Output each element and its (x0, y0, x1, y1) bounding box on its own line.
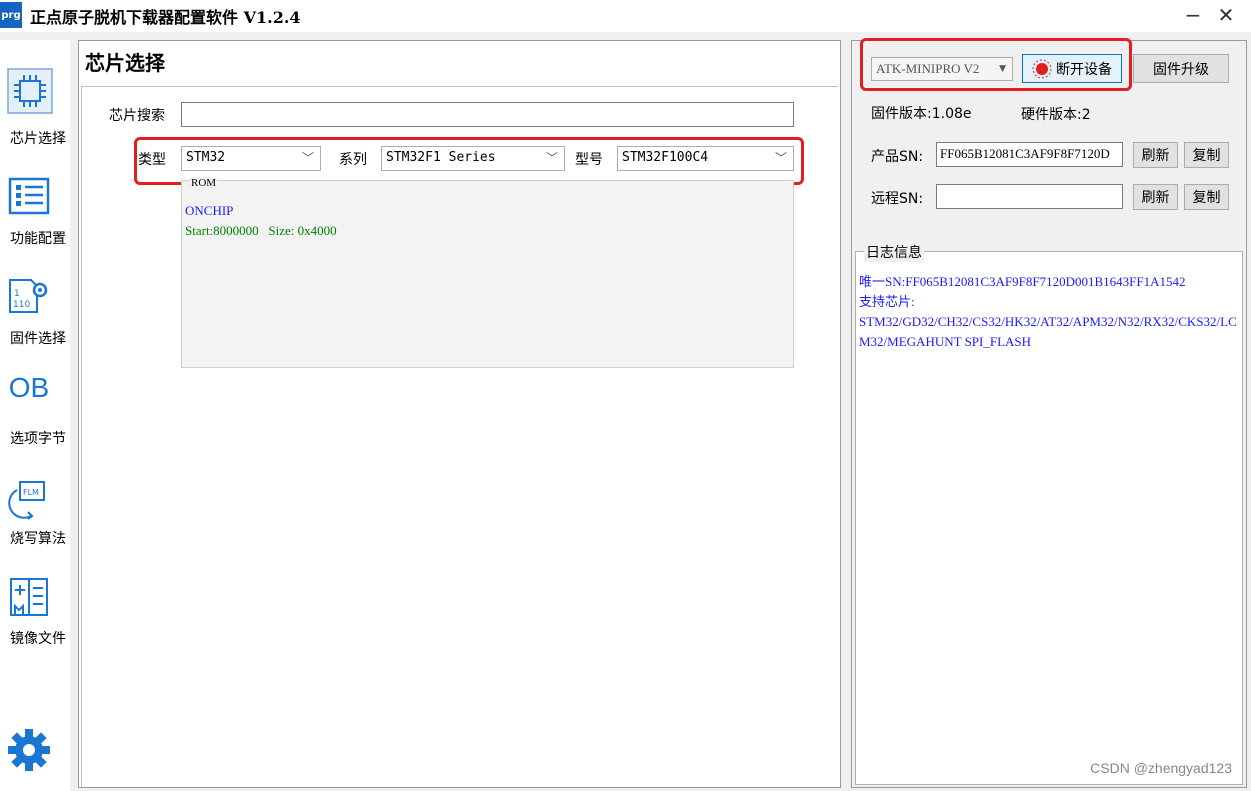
sidebar-item-label: 选项字节 (10, 431, 66, 447)
remote-sn-input[interactable] (936, 184, 1123, 209)
sidebar-item-label: 固件选择 (10, 331, 66, 347)
sidebar-item-label: 镜像文件 (10, 631, 66, 647)
hardware-version: 硬件版本:2 (1021, 107, 1091, 123)
image-file-icon (10, 578, 48, 616)
rom-legend: ROM (190, 177, 218, 189)
log-legend: 日志信息 (864, 242, 924, 262)
sidebar-item-option-bytes[interactable]: OB 选项字节 (0, 372, 70, 462)
chip-icon (7, 68, 53, 114)
firmware-upgrade-button[interactable]: 固件升级 (1133, 54, 1229, 83)
log-line: 唯一SN:FF065B12081C3AF9F8F7120D001B1643FF1… (859, 274, 1186, 289)
firmware-version: 固件版本:1.08e (871, 106, 972, 122)
sidebar: 芯片选择 功能配置 1 110 固件选择 OB 选项字节 FLM 烧写算法 镜像… (0, 40, 70, 791)
firmware-icon: 1 110 (9, 279, 48, 313)
log-text: 唯一SN:FF065B12081C3AF9F8F7120D001B1643FF1… (859, 272, 1239, 352)
product-sn-label: 产品SN: (871, 149, 924, 165)
rom-detail: Start:8000000 Size: 0x4000 (185, 223, 337, 238)
sidebar-item-label: 芯片选择 (10, 131, 66, 147)
svg-text:FLM: FLM (23, 488, 39, 497)
svg-text:110: 110 (13, 300, 30, 310)
chip-search-label: 芯片搜索 (109, 108, 165, 124)
copy-remote-sn-button[interactable]: 复制 (1184, 184, 1229, 210)
copy-product-sn-button[interactable]: 复制 (1184, 142, 1229, 168)
sidebar-item-chip-select[interactable]: 芯片选择 (0, 64, 70, 154)
product-sn-input[interactable]: FF065B12081C3AF9F8F7120D (936, 142, 1123, 167)
highlight-box (860, 38, 1132, 91)
app-icon: prg (0, 2, 22, 28)
rom-group: ROM ONCHIP Start:8000000 Size: 0x4000 (181, 177, 794, 368)
watermark: CSDN @zhengyad123 (1090, 760, 1232, 776)
log-line: 支持芯片: (859, 294, 915, 309)
refresh-product-sn-button[interactable]: 刷新 (1133, 142, 1178, 168)
svg-text:1: 1 (14, 289, 20, 299)
window-title: 正点原子脱机下载器配置软件 V1.2.4 (30, 8, 301, 27)
minimize-button[interactable]: − (1178, 2, 1208, 28)
refresh-remote-sn-button[interactable]: 刷新 (1133, 184, 1178, 210)
sidebar-item-label: 烧写算法 (10, 531, 66, 547)
gear-icon[interactable] (7, 728, 51, 772)
sidebar-item-label: 功能配置 (10, 231, 66, 247)
chip-select-panel: 芯片选择 芯片搜索 类型 STM32 ﹀ 系列 STM32F1 Series ﹀ 型… (78, 40, 841, 788)
sidebar-item-function-config[interactable]: 功能配置 (0, 172, 70, 262)
sidebar-item-image-file[interactable]: 镜像文件 (0, 572, 70, 662)
divider (81, 86, 838, 87)
close-button[interactable]: ✕ (1211, 2, 1241, 28)
log-line: STM32/GD32/CH32/CS32/HK32/AT32/APM32/N32… (859, 314, 1237, 349)
config-list-icon (8, 177, 50, 215)
highlight-box (134, 137, 804, 185)
chip-search-input[interactable] (181, 102, 794, 127)
title-bar: prg 正点原子脱机下载器配置软件 V1.2.4 − ✕ (0, 0, 1251, 32)
remote-sn-label: 远程SN: (871, 191, 924, 207)
rom-name: ONCHIP (185, 203, 234, 218)
page-title: 芯片选择 (85, 51, 165, 75)
ob-icon: OB (8, 372, 50, 403)
sidebar-item-firmware-select[interactable]: 1 110 固件选择 (0, 272, 70, 362)
flash-algorithm-icon: FLM (8, 481, 45, 520)
divider (81, 87, 82, 787)
log-panel[interactable]: 日志信息 唯一SN:FF065B12081C3AF9F8F7120D001B16… (855, 242, 1243, 785)
device-panel: ATK-MINIPRO V2 ▼ 断开设备 固件升级 固件版本:1.08e 硬件版… (851, 38, 1247, 788)
sidebar-item-flash-algorithm[interactable]: FLM 烧写算法 (0, 472, 70, 562)
